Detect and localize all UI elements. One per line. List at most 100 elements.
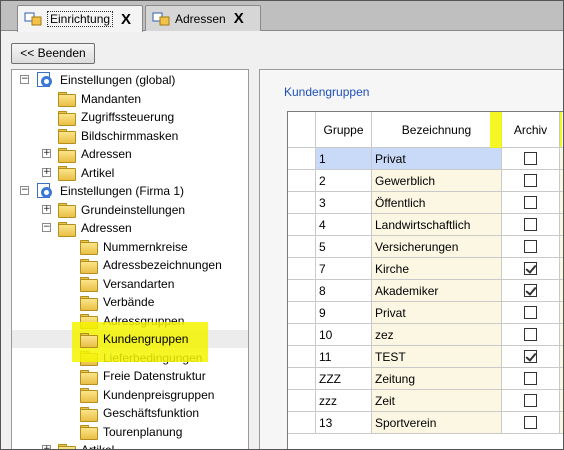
row-header[interactable] bbox=[288, 368, 316, 390]
grid-header-archiv[interactable]: Archiv bbox=[502, 112, 560, 148]
row-header[interactable] bbox=[288, 412, 316, 434]
row-header[interactable] bbox=[288, 302, 316, 324]
tree-item[interactable]: Bildschirmmasken bbox=[58, 127, 178, 145]
archiv-checkbox[interactable] bbox=[524, 350, 537, 363]
tree-item[interactable]: Artikel bbox=[58, 441, 114, 449]
tree-item[interactable]: Freie Datenstruktur bbox=[80, 367, 206, 385]
tree-item[interactable]: Adressbezeichnungen bbox=[80, 256, 222, 274]
row-header[interactable] bbox=[288, 258, 316, 280]
tree-item[interactable]: Einstellungen (Firma 1) bbox=[36, 182, 184, 200]
row-header[interactable] bbox=[288, 192, 316, 214]
tree-item-label: Mandanten bbox=[81, 91, 142, 106]
cell-bezeichnung[interactable]: Sportverein bbox=[372, 412, 502, 434]
tree-item[interactable]: Kundenpreisgruppen bbox=[80, 386, 214, 404]
tree-item[interactable]: Mandanten bbox=[58, 90, 141, 108]
cell-gruppe[interactable]: 5 bbox=[316, 236, 372, 258]
cell-bezeichnung[interactable]: Gewerblich bbox=[372, 170, 502, 192]
tree-item[interactable]: Versandarten bbox=[80, 275, 174, 293]
grid-header-bezeichnung[interactable]: Bezeichnung bbox=[372, 112, 502, 148]
row-header[interactable] bbox=[288, 346, 316, 368]
collapse-icon[interactable]: − bbox=[42, 223, 51, 232]
archiv-checkbox[interactable] bbox=[524, 218, 537, 231]
archiv-checkbox[interactable] bbox=[524, 174, 537, 187]
tab-adressen[interactable]: Adressen X bbox=[145, 5, 261, 31]
kundengruppen-grid: Gruppe Bezeichnung Archiv 1 Privat 2 Gewerblic… bbox=[287, 111, 563, 449]
tree-item[interactable]: Tourenplanung bbox=[80, 423, 182, 441]
row-header[interactable] bbox=[288, 148, 316, 170]
row-header[interactable] bbox=[288, 214, 316, 236]
close-icon[interactable]: X bbox=[234, 11, 244, 26]
expand-icon[interactable]: + bbox=[42, 445, 51, 449]
cell-gruppe[interactable]: 1 bbox=[316, 148, 372, 170]
cell-filler bbox=[560, 148, 563, 170]
tree-item[interactable]: Grundeinstellungen bbox=[58, 201, 185, 219]
cell-bezeichnung[interactable]: Zeit bbox=[372, 390, 502, 412]
cell-filler bbox=[560, 258, 563, 280]
cell-gruppe[interactable]: 8 bbox=[316, 280, 372, 302]
tree-item-label: Bildschirmmasken bbox=[81, 128, 179, 143]
tree-item[interactable]: Nummernkreise bbox=[80, 238, 188, 256]
archiv-checkbox[interactable] bbox=[524, 240, 537, 253]
cell-gruppe[interactable]: zzz bbox=[316, 390, 372, 412]
row-header[interactable] bbox=[288, 236, 316, 258]
close-icon[interactable]: X bbox=[121, 12, 131, 27]
folder-icon bbox=[58, 147, 76, 163]
cell-bezeichnung[interactable]: Privat bbox=[372, 148, 502, 170]
folder-icon bbox=[58, 443, 76, 449]
folder-icon bbox=[80, 406, 98, 422]
tree-item-label: Verbände bbox=[103, 295, 155, 309]
grid-header-filler bbox=[560, 112, 563, 148]
cell-gruppe[interactable]: 7 bbox=[316, 258, 372, 280]
tree-item[interactable]: Einstellungen (global) bbox=[36, 71, 175, 89]
folder-icon bbox=[80, 258, 98, 274]
beenden-button[interactable]: << Beenden bbox=[11, 43, 95, 64]
application-window: Einrichtung X Adressen X << Beenden − Ein… bbox=[0, 0, 564, 450]
archiv-checkbox[interactable] bbox=[524, 196, 537, 209]
archiv-checkbox[interactable] bbox=[524, 416, 537, 429]
cell-bezeichnung[interactable]: Landwirtschaftlich bbox=[372, 214, 502, 236]
tree-item[interactable]: Verbände bbox=[80, 293, 154, 311]
archiv-checkbox[interactable] bbox=[524, 372, 537, 385]
archiv-checkbox[interactable] bbox=[524, 328, 537, 341]
cell-gruppe[interactable]: 11 bbox=[316, 346, 372, 368]
row-header[interactable] bbox=[288, 390, 316, 412]
tree-item[interactable]: Adressen bbox=[58, 145, 132, 163]
folder-icon bbox=[58, 129, 76, 144]
archiv-checkbox[interactable] bbox=[524, 284, 537, 297]
archiv-checkbox[interactable] bbox=[524, 394, 537, 407]
tree-item[interactable]: Geschäftsfunktion bbox=[80, 404, 199, 422]
archiv-checkbox[interactable] bbox=[524, 152, 537, 165]
expand-icon[interactable]: + bbox=[42, 149, 51, 158]
row-header[interactable] bbox=[288, 170, 316, 192]
cell-gruppe[interactable]: 3 bbox=[316, 192, 372, 214]
row-header[interactable] bbox=[288, 324, 316, 346]
cell-bezeichnung[interactable]: Öffentlich bbox=[372, 192, 502, 214]
tree-item[interactable]: Adressen bbox=[58, 219, 132, 237]
tree-item-label: Kundengruppen bbox=[103, 332, 189, 346]
collapse-icon[interactable]: − bbox=[20, 75, 29, 84]
cell-gruppe[interactable]: 4 bbox=[316, 214, 372, 236]
cell-gruppe[interactable]: 9 bbox=[316, 302, 372, 324]
cell-bezeichnung[interactable]: TEST bbox=[372, 346, 502, 368]
expand-icon[interactable]: + bbox=[42, 204, 51, 214]
collapse-icon[interactable]: − bbox=[20, 186, 29, 195]
archiv-checkbox[interactable] bbox=[524, 262, 537, 275]
cell-bezeichnung[interactable]: Akademiker bbox=[372, 280, 502, 302]
cell-bezeichnung[interactable]: Privat bbox=[372, 302, 502, 324]
cell-gruppe[interactable]: ZZZ bbox=[316, 368, 372, 390]
cell-bezeichnung[interactable]: Kirche bbox=[372, 258, 502, 280]
cell-gruppe[interactable]: 10 bbox=[316, 324, 372, 346]
row-header[interactable] bbox=[288, 280, 316, 302]
expand-icon[interactable]: + bbox=[42, 167, 51, 177]
tab-einrichtung[interactable]: Einrichtung X bbox=[17, 5, 143, 32]
tree-item[interactable]: Artikel bbox=[58, 164, 114, 182]
cell-bezeichnung[interactable]: Versicherungen bbox=[372, 236, 502, 258]
cell-bezeichnung[interactable]: Zeitung bbox=[372, 368, 502, 390]
archiv-checkbox[interactable] bbox=[524, 306, 537, 319]
grid-header-gruppe[interactable]: Gruppe bbox=[316, 112, 372, 148]
tree-item[interactable]: Kundengruppen bbox=[80, 330, 188, 348]
tree-item[interactable]: Zugriffssteuerung bbox=[58, 108, 174, 126]
cell-gruppe[interactable]: 2 bbox=[316, 170, 372, 192]
cell-bezeichnung[interactable]: zez bbox=[372, 324, 502, 346]
cell-gruppe[interactable]: 13 bbox=[316, 412, 372, 434]
